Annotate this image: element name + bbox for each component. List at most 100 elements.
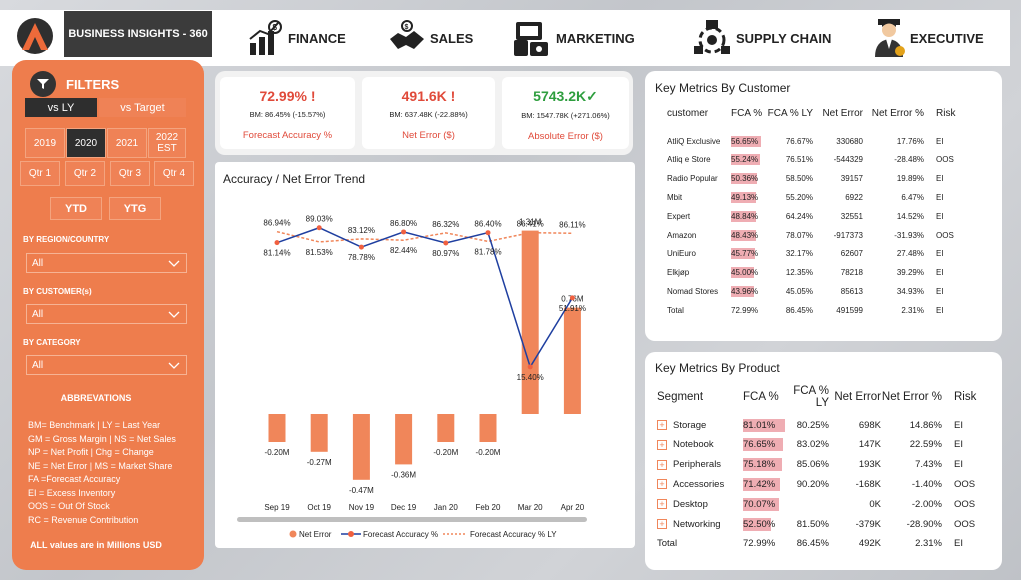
table-row[interactable]: Elkjøp 45.00% 12.35% 78218 39.29% EI [645, 266, 962, 280]
table-cell: 330680 [836, 136, 863, 146]
segment-name: Desktop [673, 498, 708, 510]
column-header[interactable]: Net Error [813, 108, 863, 119]
quarter-1[interactable]: Qtr 1 [20, 161, 60, 186]
nav-supply-chain-label: SUPPLY CHAIN [736, 30, 832, 46]
table-cell: 32551 [840, 211, 863, 221]
abbr-item: RC = Revenue Contribution [28, 514, 139, 525]
column-header[interactable]: FCA % LY [783, 385, 829, 409]
table-cell: 72.99% [743, 538, 776, 550]
expand-icon[interactable]: + [657, 479, 667, 490]
year-2019[interactable]: 2019 [25, 128, 65, 158]
forecast-accuracy-ly-label: 83.12% [348, 226, 375, 235]
fca-bar-cell: 81.01% [743, 418, 785, 432]
table-row[interactable]: + Notebook 76.65% 83.02% 147K 22.59% EI [645, 438, 980, 452]
abbr-item: EI = Excess Inventory [28, 487, 116, 498]
region-filter-label: BY REGION/COUNTRY [23, 235, 110, 244]
abbr-item: FA =Forecast Accuracy [28, 474, 121, 484]
table-cell: 56.65% [727, 135, 765, 147]
segment-name: Storage [673, 419, 707, 431]
table-cell: EI [936, 136, 944, 146]
abbr-item: BM= Benchmark | LY = Last Year [28, 420, 161, 430]
category-dropdown[interactable]: All [26, 355, 187, 375]
svg-text:$: $ [405, 24, 409, 31]
expand-icon[interactable]: + [657, 499, 667, 510]
table-row[interactable]: + Storage 81.01% 80.25% 698K 14.86% EI [645, 418, 980, 432]
nav-finance[interactable]: $ FINANCE [248, 14, 346, 62]
row-label: Atliq e Store [667, 155, 711, 165]
column-header[interactable]: FCA % LY [765, 108, 813, 119]
column-header[interactable]: Risk [924, 108, 962, 119]
forecast-accuracy-label: 78.78% [348, 253, 375, 262]
period-ytd[interactable]: YTD [50, 197, 102, 220]
nav-executive[interactable]: EXECUTIVE [872, 14, 984, 62]
net-error-bar-label: -0.36M [391, 470, 416, 479]
row-label: + Networking [645, 519, 741, 530]
forecast-accuracy-label: 51.91% [559, 304, 586, 313]
column-header[interactable]: Net Error % [863, 108, 924, 119]
table-row[interactable]: + Networking 52.50% 81.50% -379K -28.90% OOS [645, 517, 980, 531]
column-header[interactable]: FCA % [741, 391, 783, 403]
column-header[interactable]: customer [645, 108, 727, 119]
table-cell: 39157 [840, 174, 863, 184]
period-ytg[interactable]: YTG [109, 197, 161, 220]
fca-bar-cell: 45.77% [731, 248, 759, 260]
table-cell: 27.48% [896, 249, 924, 259]
table-row[interactable]: Amazon 48.43% 78.07% -917373 -31.93% OOS [645, 228, 962, 242]
expand-icon[interactable]: + [657, 518, 667, 529]
compare-vs-target[interactable]: vs Target [99, 98, 186, 117]
table-cell: OOS [954, 518, 976, 530]
forecast-accuracy-ly-label: 86.94% [263, 219, 290, 228]
table-row[interactable]: Mbit 49.13% 55.20% 6922 6.47% EI [645, 190, 962, 204]
customer-table: customer FCA % FCA % LY Net Error Net Error … [645, 104, 1002, 334]
table-row[interactable]: Radio Popular 50.36% 58.50% 39157 19.89% EI [645, 172, 962, 186]
customer-dropdown-value: All [32, 308, 44, 320]
table-row[interactable]: Nomad Stores 43.96% 45.05% 85613 34.93% EI [645, 284, 962, 298]
quarter-2[interactable]: Qtr 2 [65, 161, 105, 186]
table-row[interactable]: + Accessories 71.42% 90.20% -168K -1.40% OOS [645, 477, 980, 491]
table-cell: 0K [869, 498, 881, 510]
table-row[interactable]: UniEuro 45.77% 32.17% 62607 27.48% EI [645, 247, 962, 261]
year-2020[interactable]: 2020 [66, 128, 106, 158]
quarter-3[interactable]: Qtr 3 [110, 161, 150, 186]
table-cell: 6.47% [901, 192, 924, 202]
table-row[interactable]: Atliq e Store 55.24% 76.51% -544329 -28.48% O… [645, 153, 962, 167]
x-axis-tick-label: Oct 19 [307, 503, 331, 512]
expand-icon[interactable]: + [657, 459, 667, 470]
customer-dropdown[interactable]: All [26, 304, 187, 324]
year-2022-est[interactable]: 2022 EST [148, 128, 186, 158]
filter-icon [30, 71, 56, 97]
kpi-benchmark: BM: 637.48K (-22.88%) [389, 110, 468, 119]
compare-vs-ly[interactable]: vs LY [25, 98, 97, 117]
expand-icon[interactable]: + [657, 419, 667, 430]
table-cell: 75.18% [741, 458, 783, 472]
table-cell: 12.35% [785, 268, 813, 278]
column-header[interactable]: Risk [942, 391, 980, 403]
nav-sales[interactable]: $ SALES [388, 14, 473, 62]
quarter-4[interactable]: Qtr 4 [154, 161, 194, 186]
expand-icon[interactable]: + [657, 439, 667, 450]
column-header[interactable]: Net Error % [881, 391, 942, 403]
table-cell: 78.07% [785, 230, 813, 240]
column-header[interactable]: Segment [645, 391, 741, 403]
category-dropdown-value: All [32, 359, 44, 371]
net-error-bar [268, 414, 286, 442]
table-row[interactable]: AtliQ Exclusive 56.65% 76.67% 330680 17.76% E… [645, 134, 962, 148]
table-cell: -544329 [833, 155, 863, 165]
forecast-accuracy-point [485, 230, 491, 236]
column-header[interactable]: Net Error [829, 391, 881, 403]
row-label: Mbit [667, 192, 683, 202]
table-row[interactable]: + Peripherals 75.18% 85.06% 193K 7.43% EI [645, 458, 980, 472]
table-row[interactable]: + Desktop 70.07% 0K -2.00% OOS [645, 497, 980, 511]
nav-marketing[interactable]: MARKETING [512, 14, 635, 62]
table-row[interactable]: Expert 48.84% 64.24% 32551 14.52% EI [645, 209, 962, 223]
year-2021[interactable]: 2021 [107, 128, 147, 158]
net-error-bar-label: -0.27M [307, 458, 332, 467]
kpi-absolute-error: 5743.2K✓ BM: 1547.78K (+271.06%) Absolut… [502, 77, 629, 149]
column-header[interactable]: FCA % [727, 108, 765, 119]
forecast-accuracy-point [274, 240, 280, 246]
fca-bar-cell: 48.84% [731, 210, 759, 222]
trend-chart: -0.20M-0.27M-0.47M-0.36M-0.20M -0.20M1.31… [237, 215, 587, 539]
table-cell: 52.50% [741, 517, 783, 531]
nav-supply-chain[interactable]: SUPPLY CHAIN [692, 14, 831, 62]
region-dropdown[interactable]: All [26, 253, 187, 273]
